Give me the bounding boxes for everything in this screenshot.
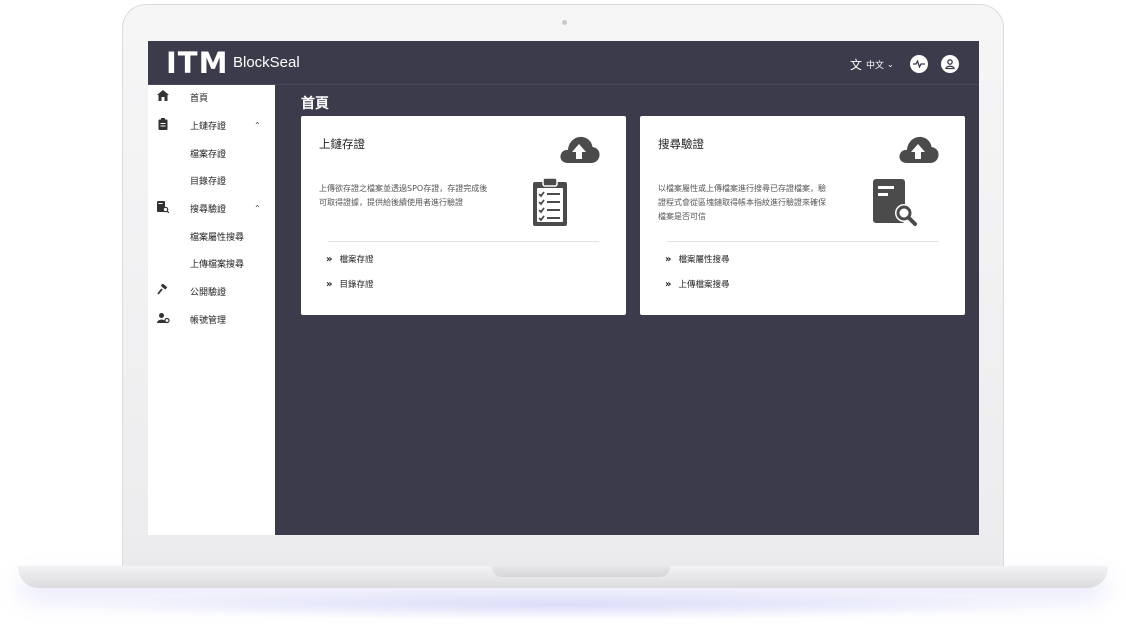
card-link-label: 目錄存證 — [339, 280, 374, 290]
double-chevron-right-icon: » — [665, 253, 672, 265]
language-label: 中文 — [866, 61, 885, 71]
activity-button[interactable] — [910, 55, 928, 73]
sidebar-item-label: 帳號管理 — [190, 315, 227, 326]
card-search-verify: 搜尋驗證 以檔案屬性或上傳檔案進行搜尋已存證檔案，驗證程式會從區塊鏈取得帳本指紋… — [640, 116, 965, 315]
translate-icon: 文 — [850, 58, 863, 72]
sidebar-item-public-verify[interactable]: 公開驗證 — [148, 281, 275, 301]
laptop-notch — [492, 566, 670, 577]
card-link-label: 上傳檔案搜尋 — [678, 280, 730, 290]
gavel-icon — [157, 282, 169, 299]
camera-dot — [562, 20, 567, 25]
sidebar-item-search-verify[interactable]: 搜尋驗證 ⌃ — [148, 198, 275, 218]
card-link-file-deposit[interactable]: » 檔案存證 — [326, 253, 374, 266]
clipboard-checklist-icon — [533, 177, 567, 226]
card-divider — [667, 241, 938, 242]
home-icon — [157, 90, 169, 104]
app-screen: ITM BlockSeal 文 中文 ⌄ 首頁 上鏈存證 ⌃ 檔案存證 目錄存證… — [148, 41, 979, 535]
double-chevron-right-icon: » — [326, 253, 333, 265]
double-chevron-right-icon: » — [326, 278, 333, 290]
card-link-upload-search[interactable]: » 上傳檔案搜尋 — [665, 278, 730, 291]
card-title: 上鏈存證 — [319, 137, 365, 151]
sidebar-item-label: 目錄存證 — [190, 176, 227, 187]
card-link-label: 檔案存證 — [339, 255, 374, 265]
chevron-down-icon: ⌄ — [887, 60, 894, 69]
sidebar: 首頁 上鏈存證 ⌃ 檔案存證 目錄存證 搜尋驗證 ⌃ 檔案屬性搜尋 上傳檔案搜尋 — [148, 85, 275, 535]
logo-text: BlockSeal — [233, 54, 300, 71]
document-search-icon — [157, 200, 170, 216]
card-description: 以檔案屬性或上傳檔案進行搜尋已存證檔案，驗證程式會從區塊鏈取得帳本指紋進行驗證來… — [658, 184, 826, 221]
sidebar-item-upload-search[interactable]: 上傳檔案搜尋 — [148, 253, 275, 273]
sidebar-item-label: 搜尋驗證 — [190, 204, 227, 215]
language-selector[interactable]: 文 中文 ⌄ — [850, 56, 894, 73]
sidebar-item-account-manage[interactable]: 帳號管理 — [148, 309, 275, 329]
card-description: 上傳欲存證之檔案並透過SPO存證，存證完成後可取得證據，提供給後續使用者進行驗證 — [319, 184, 488, 207]
document-search-icon — [873, 179, 917, 226]
card-link-attribute-search[interactable]: » 檔案屬性搜尋 — [665, 253, 730, 266]
pulse-icon — [913, 60, 925, 68]
sidebar-item-file-deposit[interactable]: 檔案存證 — [148, 143, 275, 163]
sidebar-item-label: 上鏈存證 — [190, 121, 227, 132]
user-button[interactable] — [941, 55, 959, 73]
top-bar: ITM BlockSeal 文 中文 ⌄ — [148, 41, 979, 85]
sidebar-item-label: 檔案存證 — [190, 149, 227, 160]
sidebar-item-label: 首頁 — [190, 93, 209, 104]
chevron-up-icon: ⌃ — [254, 120, 261, 130]
laptop-shadow — [60, 590, 1066, 620]
sidebar-item-label: 上傳檔案搜尋 — [190, 259, 245, 270]
card-divider — [328, 241, 599, 242]
chevron-up-icon: ⌃ — [254, 203, 261, 213]
card-chain-deposit: 上鏈存證 上傳欲存證之檔案並透過SPO存證，存證完成後可取得證據，提供給後續使用… — [301, 116, 626, 315]
user-icon — [945, 59, 955, 70]
sidebar-item-chain-deposit[interactable]: 上鏈存證 ⌃ — [148, 115, 275, 135]
clipboard-icon — [157, 117, 169, 133]
user-manage-icon — [157, 312, 170, 327]
card-title: 搜尋驗證 — [658, 137, 704, 151]
double-chevron-right-icon: » — [665, 278, 672, 290]
sidebar-item-home[interactable]: 首頁 — [148, 87, 275, 107]
sidebar-item-label: 公開驗證 — [190, 287, 227, 298]
laptop-base — [18, 566, 1108, 588]
card-link-label: 檔案屬性搜尋 — [678, 255, 730, 265]
sidebar-item-directory-deposit[interactable]: 目錄存證 — [148, 170, 275, 190]
card-link-directory-deposit[interactable]: » 目錄存證 — [326, 278, 374, 291]
logo-mark: ITM — [166, 46, 229, 80]
cloud-upload-icon — [560, 136, 600, 163]
sidebar-item-attribute-search[interactable]: 檔案屬性搜尋 — [148, 226, 275, 246]
sidebar-item-label: 檔案屬性搜尋 — [190, 232, 245, 243]
cloud-upload-icon — [899, 136, 939, 163]
page-title: 首頁 — [301, 96, 329, 112]
